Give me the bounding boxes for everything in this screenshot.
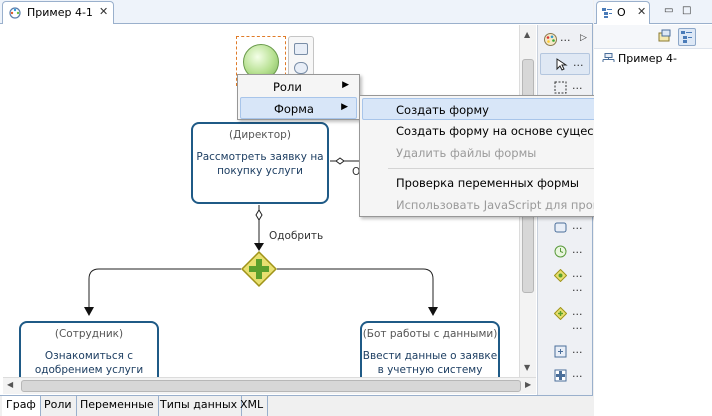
gateway-icon xyxy=(554,307,567,320)
submenu-arrow-icon: ▶ xyxy=(342,80,349,90)
palette-dots: ... xyxy=(572,319,583,332)
palette-task-item[interactable]: ... xyxy=(540,217,590,239)
outline-toolbar xyxy=(594,25,712,49)
end-icon xyxy=(554,369,567,382)
scroll-up-icon[interactable]: ▲ xyxy=(524,30,530,39)
palette-timer-item[interactable]: ... xyxy=(540,241,590,263)
tab-graph[interactable]: Граф xyxy=(2,396,41,416)
scroll-down-icon[interactable]: ▼ xyxy=(524,363,530,372)
task-name: Ввести данные о заявке в учетную систему xyxy=(362,350,498,376)
tree-view-button[interactable] xyxy=(678,28,696,46)
scroll-thumb[interactable] xyxy=(21,380,521,392)
subprocess-icon xyxy=(554,345,567,358)
editor-bottom-tabs: Граф Роли Переменные Типы данных XML xyxy=(0,395,593,416)
palette-dots: ... xyxy=(560,31,571,44)
menu-item-label: Проверка переменных формы xyxy=(396,176,580,190)
horizontal-scrollbar[interactable]: ◀ ▶ xyxy=(3,377,536,394)
menu-item-label: Роли xyxy=(273,80,302,94)
maximize-icon[interactable]: □ xyxy=(682,5,691,16)
palette-color-item[interactable]: ... ▷ xyxy=(540,29,590,51)
palette-end-item[interactable]: ... xyxy=(540,365,590,387)
palette-dots: ... xyxy=(572,281,583,294)
tab-variables[interactable]: Переменные xyxy=(76,396,159,416)
process-icon xyxy=(9,7,21,19)
overview-icon xyxy=(658,29,671,42)
scroll-left-icon[interactable]: ◀ xyxy=(7,380,13,389)
tab-xml[interactable]: XML xyxy=(236,396,269,416)
palette-color-icon xyxy=(544,33,557,46)
outline-tab-label: O xyxy=(617,6,626,19)
menu-item-label: Удалить файлы формы xyxy=(396,146,537,160)
editor-tab[interactable]: Пример 4-1 ✕ xyxy=(2,1,114,24)
palette-gateway-item[interactable]: ... ... xyxy=(540,303,590,339)
outline-view: O ✕ ▭ □ Пример 4- xyxy=(594,0,712,416)
menu-item-form[interactable]: Форма ▶ xyxy=(240,97,357,119)
task-icon xyxy=(554,222,567,233)
palette-subprocess-item[interactable]: ... xyxy=(540,341,590,363)
task-employee[interactable]: (Сотрудник) Ознакомиться с одобрением ус… xyxy=(19,321,159,377)
editor-tab-bar: Пример 4-1 ✕ xyxy=(0,0,593,24)
task-role: (Бот работы с данными) xyxy=(362,328,498,340)
outline-view-button[interactable] xyxy=(656,28,674,46)
tree-icon xyxy=(681,31,692,43)
submenu-arrow-icon: ▶ xyxy=(341,102,348,112)
task-data-bot[interactable]: (Бот работы с данными) Ввести данные о з… xyxy=(360,321,500,377)
add-task-icon[interactable] xyxy=(294,43,308,55)
close-icon[interactable]: ✕ xyxy=(637,5,646,18)
palette-dots: ... xyxy=(572,243,583,256)
add-event-icon[interactable] xyxy=(294,62,308,74)
process-tree-icon xyxy=(602,53,615,62)
task-name: Рассмотреть заявку на покупку услуги xyxy=(196,151,324,177)
outline-item-process[interactable]: Пример 4- xyxy=(618,52,677,65)
palette-dots: ... xyxy=(572,343,583,356)
palette-dots: ... xyxy=(573,56,584,69)
menu-item-label: Форма xyxy=(274,102,314,116)
task-review-request[interactable]: (Директор) Рассмотреть заявку на покупку… xyxy=(191,122,329,204)
parallel-gateway[interactable] xyxy=(239,249,279,289)
palette-dots: ... xyxy=(572,305,583,318)
task-role: (Сотрудник) xyxy=(54,328,124,340)
task-name: Ознакомиться с одобрением услуги xyxy=(34,350,144,376)
outline-tab-bar: O ✕ ▭ □ xyxy=(594,0,712,24)
outline-icon xyxy=(602,8,612,18)
gateway-icon xyxy=(554,269,567,282)
task-role: (Директор) xyxy=(229,129,291,141)
tab-data-types[interactable]: Типы данных xyxy=(156,396,243,416)
menu-item-label: Создать форму xyxy=(396,103,489,117)
edge-label-approve: Одобрить xyxy=(269,230,324,242)
marquee-icon xyxy=(554,81,567,94)
editor-tab-label: Пример 4-1 xyxy=(27,6,93,19)
close-icon[interactable]: ✕ xyxy=(99,5,108,18)
palette-select-item[interactable]: ... xyxy=(540,53,590,75)
palette-dots: ... xyxy=(572,367,583,380)
palette-expand-icon[interactable]: ▷ xyxy=(580,33,587,43)
palette-dots: ... xyxy=(572,79,583,92)
context-menu: Роли ▶ Форма ▶ xyxy=(237,74,360,120)
scroll-right-icon[interactable]: ▶ xyxy=(525,380,531,389)
timer-icon xyxy=(554,245,567,258)
palette-dots: ... xyxy=(572,267,583,280)
palette-gateway-item[interactable]: ... ... xyxy=(540,265,590,301)
palette-dots: ... xyxy=(572,219,583,232)
tab-roles[interactable]: Роли xyxy=(40,396,77,416)
minimize-icon[interactable]: ▭ xyxy=(664,5,673,16)
select-icon xyxy=(556,58,568,71)
menu-item-roles[interactable]: Роли ▶ xyxy=(240,76,357,98)
outline-tab[interactable]: O ✕ xyxy=(596,1,650,24)
